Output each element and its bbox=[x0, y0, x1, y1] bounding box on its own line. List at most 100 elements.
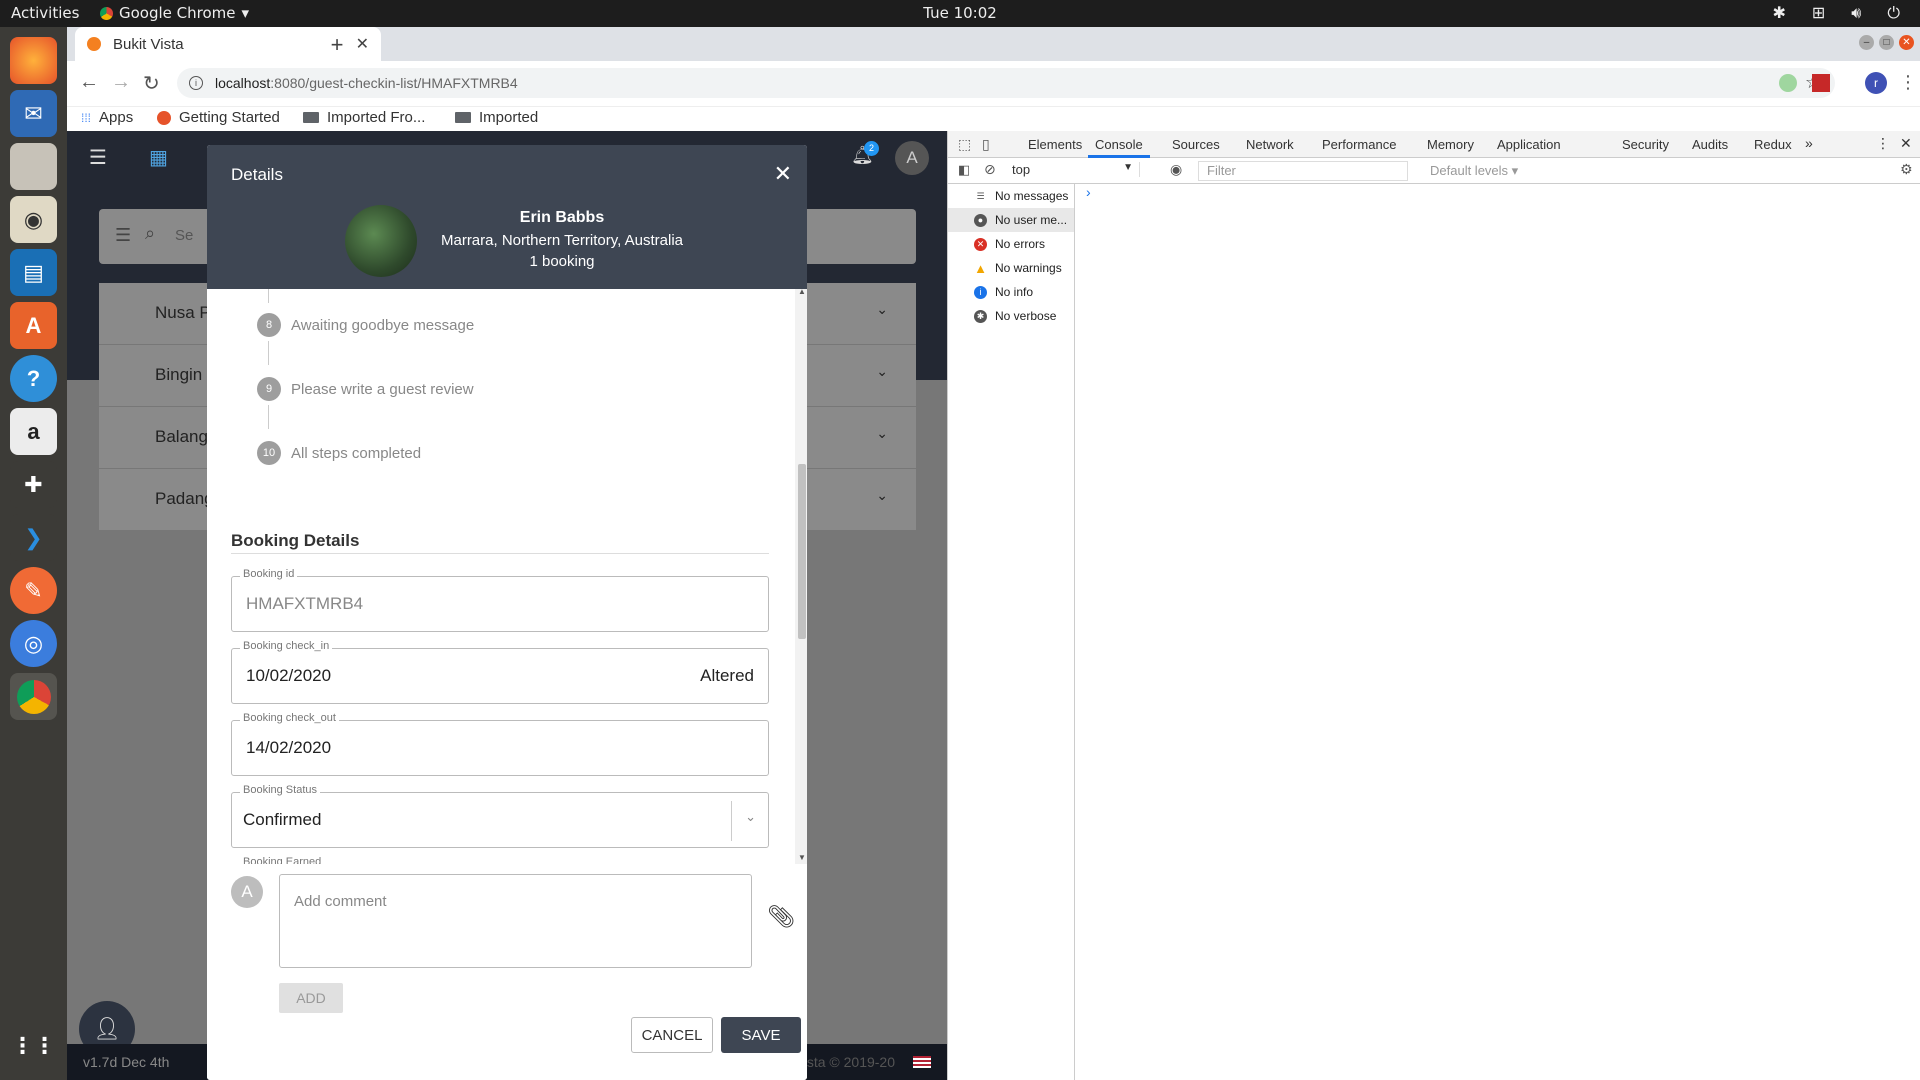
minimize-button[interactable]: – bbox=[1859, 35, 1874, 50]
chevron-down-icon[interactable]: ⌄ bbox=[876, 363, 888, 380]
sidebar-item-warnings[interactable]: ▲ No warnings bbox=[948, 256, 1074, 280]
maximize-button[interactable]: □ bbox=[1879, 35, 1894, 50]
volume-icon[interactable]: 🔊︎ bbox=[1851, 3, 1861, 23]
extension-icon[interactable] bbox=[1779, 74, 1797, 92]
comment-input[interactable]: Add comment bbox=[279, 874, 752, 968]
sidebar-item-user-messages[interactable]: ● No user me... bbox=[948, 208, 1074, 232]
console-prompt[interactable]: › bbox=[1086, 184, 1091, 200]
firefox-icon[interactable] bbox=[10, 37, 57, 84]
scrollbar-thumb[interactable] bbox=[798, 464, 806, 639]
tab-application[interactable]: Application bbox=[1497, 137, 1561, 152]
sidebar-toggle-icon[interactable]: ◧ bbox=[958, 162, 970, 178]
amazon-icon[interactable]: a bbox=[10, 408, 57, 455]
more-tabs-icon[interactable]: » bbox=[1805, 135, 1813, 151]
close-icon[interactable]: ✕ bbox=[774, 161, 792, 187]
tab-redux[interactable]: Redux bbox=[1754, 137, 1792, 152]
close-tab-icon[interactable]: ✕ bbox=[356, 34, 369, 54]
search-placeholder: Se bbox=[175, 227, 194, 244]
rhythmbox-icon[interactable]: ◉ bbox=[10, 196, 57, 243]
slack-icon[interactable]: ✚ bbox=[10, 461, 57, 508]
levels-dropdown[interactable]: Default levels ▾ bbox=[1430, 163, 1518, 179]
add-comment-button[interactable]: ADD bbox=[279, 983, 343, 1013]
clock[interactable]: Tue 10:02 bbox=[0, 4, 1920, 22]
chromium-icon[interactable]: ◎ bbox=[10, 620, 57, 667]
tab-network[interactable]: Network bbox=[1246, 137, 1294, 152]
bookmark-getting-started[interactable]: Getting Started bbox=[157, 109, 280, 126]
eye-icon[interactable]: ◉ bbox=[1170, 161, 1182, 178]
info-icon[interactable]: i bbox=[189, 76, 203, 90]
scroll-up-icon[interactable]: ▲ bbox=[798, 289, 806, 296]
chevron-down-icon[interactable]: ⌄ bbox=[745, 809, 756, 825]
caret-down-icon: ▼ bbox=[1123, 162, 1133, 173]
sidebar-item-info[interactable]: i No info bbox=[948, 280, 1074, 304]
booking-id-field[interactable]: Booking id HMAFXTMRB4 bbox=[231, 568, 769, 632]
add-person-icon: 👤︎ bbox=[93, 1016, 121, 1041]
devtools-menu-icon[interactable]: ⋮ bbox=[1876, 135, 1890, 152]
tab-security[interactable]: Security bbox=[1622, 137, 1669, 152]
chevron-down-icon[interactable]: ⌄ bbox=[876, 487, 888, 504]
cancel-button[interactable]: CANCEL bbox=[631, 1017, 713, 1053]
tab-sources[interactable]: Sources bbox=[1172, 137, 1220, 152]
app-grid-icon[interactable]: ⋮⋮ bbox=[10, 1022, 57, 1069]
tab-console[interactable]: Console bbox=[1095, 137, 1143, 152]
new-tab-button[interactable]: + bbox=[325, 32, 349, 58]
reload-icon[interactable]: ↻ bbox=[143, 71, 160, 96]
scroll-down-icon[interactable]: ▼ bbox=[798, 853, 806, 862]
bookmark-folder-imported[interactable]: Imported bbox=[455, 109, 538, 126]
activities-button[interactable]: Activities bbox=[11, 4, 79, 22]
tab-audits[interactable]: Audits bbox=[1692, 137, 1728, 152]
check-out-field[interactable]: Booking check_out 14/02/2020 bbox=[231, 712, 769, 776]
device-toggle-icon[interactable]: ▯ bbox=[982, 136, 990, 153]
list-item-label: Nusa P bbox=[155, 303, 211, 322]
postman-icon[interactable]: ✎ bbox=[10, 567, 57, 614]
address-bar[interactable]: i localhost:8080/guest-checkin-list/HMAF… bbox=[177, 68, 1835, 98]
flag-icon[interactable] bbox=[913, 1056, 931, 1068]
tab-elements[interactable]: Elements bbox=[1028, 137, 1082, 152]
software-icon[interactable]: A bbox=[10, 302, 57, 349]
accessibility-icon[interactable]: ✱ bbox=[1772, 3, 1785, 23]
clear-console-icon[interactable]: ⊘ bbox=[984, 161, 996, 178]
system-tray[interactable]: ✱ ⊞ 🔊︎ ⏻ bbox=[1772, 3, 1900, 23]
thunderbird-icon[interactable]: ✉ bbox=[10, 90, 57, 137]
calendar-icon[interactable]: ▦ bbox=[149, 145, 168, 170]
back-icon[interactable]: ← bbox=[79, 71, 99, 94]
save-button[interactable]: SAVE bbox=[721, 1017, 801, 1053]
bookmark-apps[interactable]: ⁞⁞⁞ Apps bbox=[81, 109, 133, 126]
field-value: 10/02/2020 bbox=[246, 666, 332, 685]
chevron-down-icon[interactable]: ⌄ bbox=[876, 301, 888, 318]
user-avatar[interactable]: A bbox=[895, 141, 929, 175]
dialog-body[interactable]: 8 Awaiting goodbye message 9 Please writ… bbox=[207, 289, 807, 864]
settings-gear-icon[interactable]: ⚙ bbox=[1900, 161, 1913, 178]
tab-performance[interactable]: Performance bbox=[1322, 137, 1396, 152]
close-window-button[interactable]: ✕ bbox=[1899, 35, 1914, 50]
power-icon[interactable]: ⏻ bbox=[1887, 3, 1900, 23]
chrome-dock-icon[interactable] bbox=[10, 673, 57, 720]
bookmark-folder-imported-from[interactable]: Imported Fro... bbox=[303, 109, 425, 126]
sidebar-item-verbose[interactable]: ✱ No verbose bbox=[948, 304, 1074, 328]
close-devtools-icon[interactable]: ✕ bbox=[1900, 135, 1912, 152]
inspect-icon[interactable]: ⬚ bbox=[958, 136, 971, 153]
vscode-icon[interactable]: ❯ bbox=[10, 514, 57, 561]
bookmark-label: Imported Fro... bbox=[327, 109, 426, 126]
tab-memory[interactable]: Memory bbox=[1427, 137, 1474, 152]
tab-title: Bukit Vista bbox=[113, 35, 184, 53]
check-in-field[interactable]: Booking check_in 10/02/2020 Altered bbox=[231, 640, 769, 704]
filter-input[interactable]: Filter bbox=[1198, 161, 1408, 181]
attachment-icon[interactable]: 📎︎ bbox=[767, 904, 795, 930]
writer-icon[interactable]: ▤ bbox=[10, 249, 57, 296]
sidebar-item-messages[interactable]: ☰ No messages bbox=[948, 184, 1074, 208]
booking-status-select[interactable]: Booking Status Confirmed ⌄ bbox=[231, 784, 769, 848]
menu-icon[interactable]: ☰ bbox=[115, 225, 131, 246]
app-menu[interactable]: Google Chrome ▾ bbox=[100, 4, 249, 22]
hamburger-icon[interactable]: ☰ bbox=[89, 145, 107, 170]
menu-kebab-icon[interactable]: ⋮ bbox=[1899, 72, 1917, 93]
extension-red-icon[interactable] bbox=[1812, 74, 1830, 92]
files-icon[interactable] bbox=[10, 143, 57, 190]
forward-icon[interactable]: → bbox=[111, 71, 131, 94]
profile-avatar[interactable]: r bbox=[1865, 72, 1887, 94]
context-select[interactable]: top ▼ bbox=[1012, 162, 1140, 177]
sidebar-item-errors[interactable]: ✕ No errors bbox=[948, 232, 1074, 256]
chevron-down-icon[interactable]: ⌄ bbox=[876, 425, 888, 442]
network-icon[interactable]: ⊞ bbox=[1812, 3, 1825, 23]
help-icon[interactable]: ? bbox=[10, 355, 57, 402]
